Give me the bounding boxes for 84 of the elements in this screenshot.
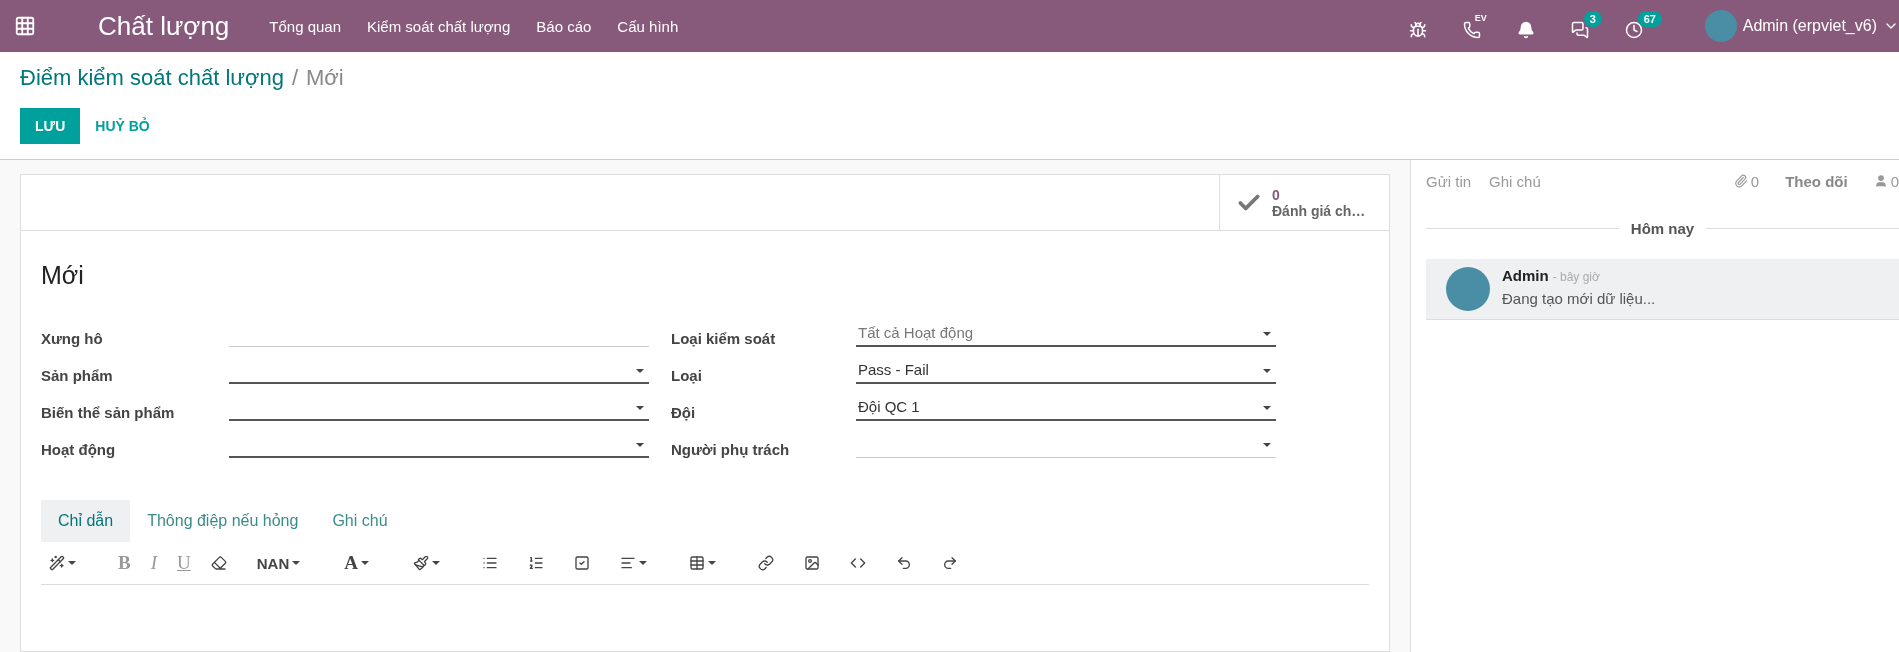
field-label: Biến thể sản phẩm [41,404,176,421]
toolbar-button[interactable]: B [110,552,139,574]
paperclip-icon [1733,174,1748,188]
date-separator: Hôm nay [1630,220,1695,237]
align-icon [620,555,636,571]
caret-icon [432,560,440,566]
phone-icon [1462,21,1481,39]
link-icon [758,555,774,571]
caret-icon [635,442,645,448]
undo-icon [896,555,912,571]
caret-icon [635,405,645,411]
clock-icon [1624,21,1643,39]
follow-button[interactable]: Theo dõi [1779,171,1854,191]
magic-wand-icon [49,555,65,571]
follower-count: 0 [1890,172,1899,190]
toolbar-button[interactable]: NAN [248,554,309,572]
caret-icon [1262,331,1272,337]
user-menu[interactable]: Admin (erpviet_v6) [1704,10,1899,42]
avatar-icon [1704,10,1737,42]
checkbox-icon [574,555,590,571]
eraser-icon [210,555,227,571]
field-label: Hoạt động [41,441,117,458]
tray-label: EV [1474,13,1487,23]
field-label: Người phụ trách [671,441,791,458]
chat-icon [1570,21,1589,39]
message-author: Admin [1502,267,1549,284]
count-badge: 3 [1583,11,1602,27]
record-title: Mới [41,261,85,290]
tab[interactable]: Chỉ dẫn [41,500,131,542]
message-body: Đang tạo mới dữ liệu... [1502,290,1656,307]
caret-icon [635,368,645,374]
menu-link[interactable]: Cấu hình [617,17,679,35]
caret-icon [68,560,76,566]
bug-icon [1408,21,1427,39]
field-label: Sản phẩm [41,367,114,384]
caret-icon [361,560,369,566]
caret-icon [1262,442,1272,448]
discard-button[interactable]: HUỶ BỎ [80,108,165,144]
field-label: Xưng hô [41,330,104,347]
caret-icon [708,560,716,566]
clock-button[interactable]: 67 [1620,11,1667,41]
code-icon [850,555,866,571]
attachment-count: 0 [1750,172,1760,190]
bullet-list-icon [482,555,498,571]
stat-value: 0 [1272,186,1280,203]
save-button[interactable]: LƯU [20,108,81,144]
dropdown-field[interactable]: Đội QC 1 [856,394,1276,421]
redo-icon [942,555,958,571]
dropdown-field[interactable]: Pass - Fail [856,357,1276,384]
caret-icon [1262,368,1272,374]
menu-link[interactable]: Tổng quan [269,17,342,35]
toolbar-button[interactable]: I [142,552,165,574]
chat-button[interactable]: 3 [1566,11,1613,41]
breadcrumb-separator: / [291,65,299,91]
bell-icon [1516,21,1535,39]
image-icon [804,555,820,571]
menu-link[interactable]: Kiểm soát chất lượng [367,17,511,35]
count-badge: 67 [1637,11,1662,27]
stat-label: Đánh giá ch… [1272,202,1366,219]
field-label: Đội [671,404,697,421]
menu-link[interactable]: Báo cáo [536,17,592,35]
caret-icon [292,560,301,566]
message-time: - bây giờ [1552,270,1600,284]
caret-icon [639,560,647,566]
breadcrumb-current: Mới [306,65,344,91]
paintbrush-icon [413,555,429,571]
chatter-tab[interactable]: Gửi tin [1426,172,1472,190]
user-icon [1873,174,1888,188]
grid-icon [14,15,36,37]
numbered-list-icon [528,555,544,571]
dropdown-field[interactable]: Tất cả Hoạt động [856,320,1276,347]
avatar-icon [1446,267,1490,311]
field-label: Loại [671,367,703,384]
chatter-tab[interactable]: Ghi chú [1489,172,1541,190]
field-label: Loại kiểm soát [671,330,777,347]
toolbar-button[interactable]: U [169,552,199,574]
app-title: Chất lượng [98,10,230,42]
caret-icon [1262,405,1272,411]
phone-button[interactable]: EV [1458,11,1505,41]
table-icon [689,555,705,571]
tab[interactable]: Ghi chú [315,500,405,542]
breadcrumb-link[interactable]: Điểm kiểm soát chất lượng [20,65,284,91]
tab[interactable]: Thông điệp nếu hỏng [130,500,316,542]
toolbar-button[interactable]: A [336,552,377,574]
